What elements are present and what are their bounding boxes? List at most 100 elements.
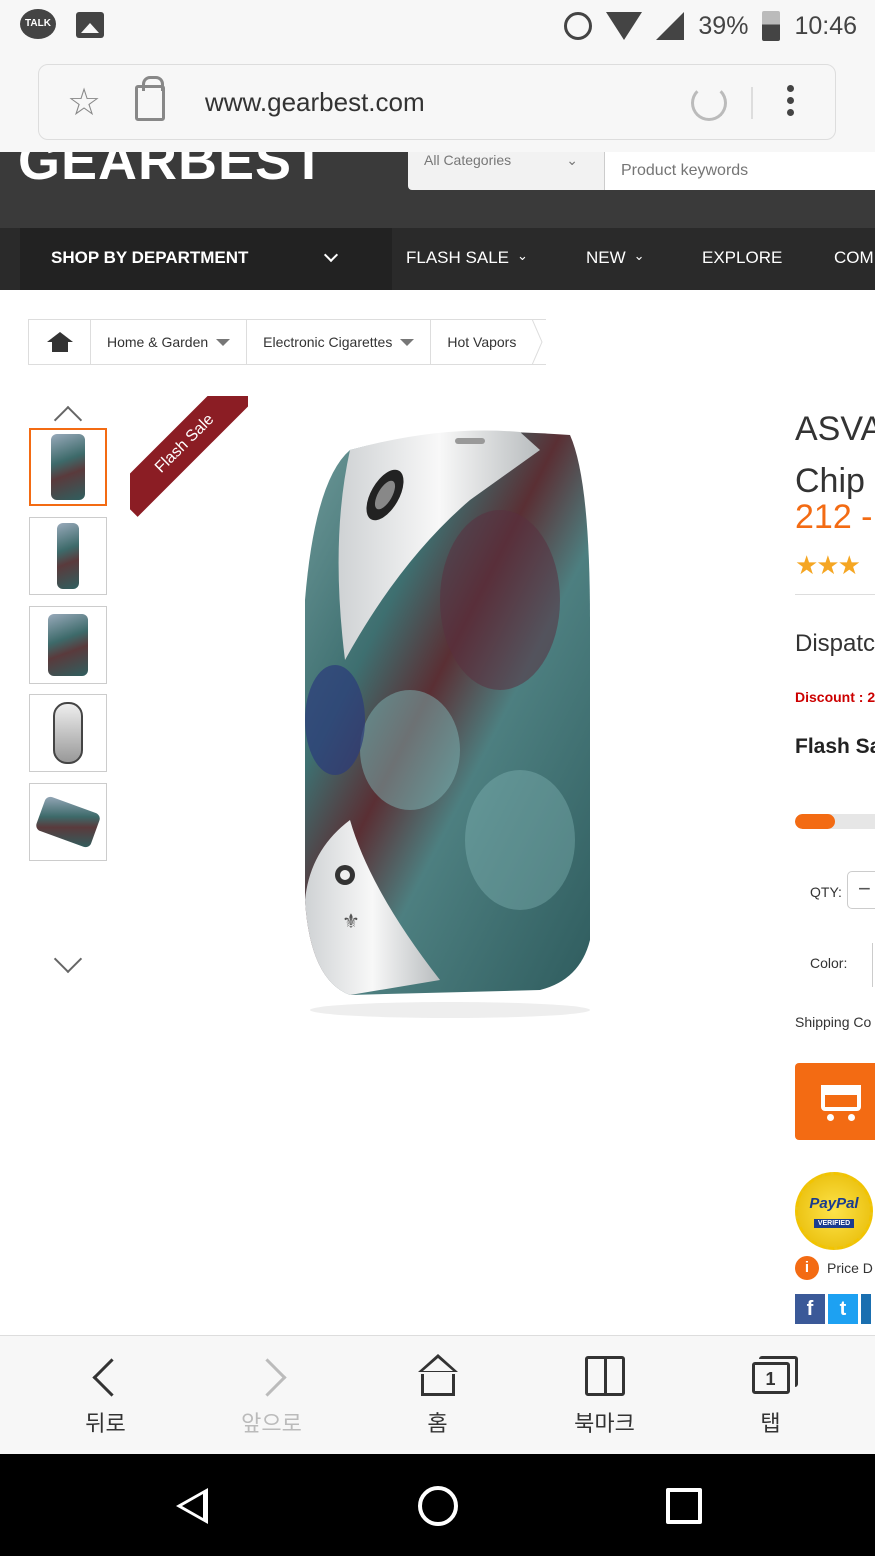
- forward-button[interactable]: 앞으로: [184, 1336, 359, 1455]
- progress-fill: [795, 814, 835, 829]
- product-price: 212 -: [795, 498, 873, 536]
- caret-down-icon: ⌄: [633, 248, 645, 263]
- shop-by-department-label: SHOP BY DEPARTMENT: [51, 248, 249, 267]
- android-nav-bar: [0, 1454, 875, 1556]
- search-input[interactable]: [604, 152, 875, 190]
- facebook-icon[interactable]: f: [795, 1294, 825, 1324]
- caret-down-icon: [216, 338, 231, 346]
- bookmarks-button[interactable]: 북마크: [517, 1336, 692, 1455]
- clock: 10:46: [794, 11, 857, 40]
- home-label: 홈: [427, 1411, 448, 1436]
- flash-sale-label: Flash Sa: [795, 735, 875, 758]
- back-label: 뒤로: [85, 1411, 126, 1436]
- breadcrumb-home-garden[interactable]: Home & Garden: [90, 319, 247, 365]
- bookmark-star-icon[interactable]: ☆: [67, 83, 101, 123]
- nav-home-icon[interactable]: [418, 1486, 458, 1526]
- rating-stars[interactable]: ★★★: [795, 550, 861, 581]
- shipping-info: Shipping Co: [795, 1014, 872, 1030]
- thumbnail-image: [48, 614, 88, 676]
- tabs-icon: 1: [751, 1356, 798, 1394]
- twitter-icon[interactable]: t: [828, 1294, 858, 1324]
- breadcrumb-label: Electronic Cigarettes: [263, 334, 393, 350]
- thumbnail-image: [51, 434, 85, 500]
- breadcrumb-electronic-cigarettes[interactable]: Electronic Cigarettes: [246, 319, 431, 365]
- flash-sale-ribbon-text: Flash Sale: [130, 396, 248, 517]
- thumbnail-image: [57, 523, 79, 589]
- thumbnail-3[interactable]: [29, 606, 107, 684]
- chevron-down-icon: [323, 247, 339, 263]
- qty-label: QTY:: [810, 884, 842, 900]
- paypal-verified: VERIFIED: [813, 1219, 855, 1228]
- breadcrumb-home[interactable]: [28, 319, 90, 365]
- lock-icon[interactable]: [135, 76, 165, 121]
- product-main-image[interactable]: ⚜: [290, 420, 600, 1020]
- forward-label: 앞으로: [241, 1411, 302, 1436]
- tabs-label: 탭: [760, 1411, 781, 1436]
- site-header: GEARBEST All Categories ⌄: [0, 152, 875, 228]
- bookmark-icon: [584, 1356, 625, 1396]
- back-button[interactable]: 뒤로: [18, 1336, 193, 1455]
- discount-text: Discount : 2: [795, 689, 875, 705]
- breadcrumb-label: Home & Garden: [107, 334, 209, 350]
- paypal-verified-badge: PayPal VERIFIED: [795, 1172, 873, 1250]
- category-select[interactable]: All Categories ⌄: [408, 152, 604, 190]
- breadcrumb-end: [532, 319, 547, 365]
- gallery-icon: [76, 12, 104, 38]
- cart-icon: [821, 1085, 861, 1121]
- nav-community[interactable]: COMI: [834, 248, 875, 268]
- dispatch-info: Dispatc: [795, 630, 875, 657]
- thumbnail-5[interactable]: [29, 783, 107, 861]
- site-logo[interactable]: GEARBEST: [18, 152, 326, 192]
- nav-recents-icon[interactable]: [666, 1488, 702, 1524]
- svg-text:⚜: ⚜: [342, 909, 360, 933]
- alarm-icon: [564, 12, 593, 40]
- thumbnail-scroll-down-icon[interactable]: [52, 944, 84, 975]
- wifi-icon: [606, 12, 643, 40]
- divider: [795, 594, 875, 595]
- home-button[interactable]: 홈: [350, 1336, 525, 1455]
- flash-sale-progress-bar: [795, 814, 875, 829]
- shop-by-department-button[interactable]: SHOP BY DEPARTMENT: [20, 228, 392, 290]
- battery-icon: [762, 11, 781, 41]
- reload-icon[interactable]: [691, 85, 727, 121]
- breadcrumb-hot-vapors[interactable]: Hot Vapors: [430, 319, 533, 365]
- category-select-value: All Categories: [424, 152, 512, 168]
- address-bar[interactable]: ☆ www.gearbest.com: [38, 64, 836, 140]
- divider: [751, 87, 753, 119]
- product-title: ASVA Chip: [795, 406, 875, 510]
- breadcrumb-arrow: [532, 319, 543, 365]
- paypal-logo: PayPal: [809, 1195, 859, 1212]
- thumbnail-scroll-up-icon[interactable]: [52, 402, 84, 435]
- bookmarks-label: 북마크: [574, 1411, 635, 1436]
- flash-sale-ribbon: Flash Sale: [130, 396, 248, 518]
- breadcrumb: Home & Garden Electronic Cigarettes Hot …: [28, 319, 547, 365]
- thumbnail-4[interactable]: [29, 694, 107, 772]
- nav-back-icon[interactable]: [176, 1488, 208, 1524]
- caret-down-icon: ⌄: [517, 248, 528, 263]
- url-text[interactable]: www.gearbest.com: [205, 87, 425, 118]
- product-title-line: ASVA: [795, 410, 875, 448]
- thumbnail-image: [34, 795, 102, 849]
- status-bar-right: 39% 10:46: [564, 10, 857, 42]
- browser-bottom-bar: 뒤로 앞으로 홈 북마크 1 탭: [0, 1335, 875, 1454]
- browser-toolbar: ☆ www.gearbest.com: [0, 52, 875, 152]
- signal-icon: [656, 12, 685, 40]
- thumbnail-1[interactable]: [29, 428, 107, 506]
- nav-explore[interactable]: EXPLORE: [702, 248, 782, 268]
- price-disclaimer-text: Price D: [827, 1260, 873, 1276]
- nav-new[interactable]: NEW ⌄: [586, 248, 645, 268]
- more-menu-icon[interactable]: [787, 85, 795, 121]
- forward-icon: [252, 1356, 292, 1396]
- nav-flash-sale[interactable]: FLASH SALE ⌄: [406, 248, 528, 268]
- qty-decrement-button[interactable]: −: [847, 871, 875, 909]
- social-share: f t: [795, 1294, 871, 1324]
- price-disclaimer[interactable]: i Price D: [795, 1256, 873, 1280]
- main-nav: SHOP BY DEPARTMENT FLASH SALE ⌄ NEW ⌄ EXPL…: [0, 228, 875, 290]
- battery-percent: 39%: [698, 11, 749, 40]
- nav-explore-label: EXPLORE: [702, 248, 783, 267]
- share-icon[interactable]: [861, 1294, 871, 1324]
- add-to-cart-button[interactable]: [795, 1063, 875, 1140]
- thumbnail-2[interactable]: [29, 517, 107, 595]
- status-bar: TALK 39% 10:46: [0, 0, 875, 52]
- tabs-button[interactable]: 1 탭: [683, 1336, 858, 1455]
